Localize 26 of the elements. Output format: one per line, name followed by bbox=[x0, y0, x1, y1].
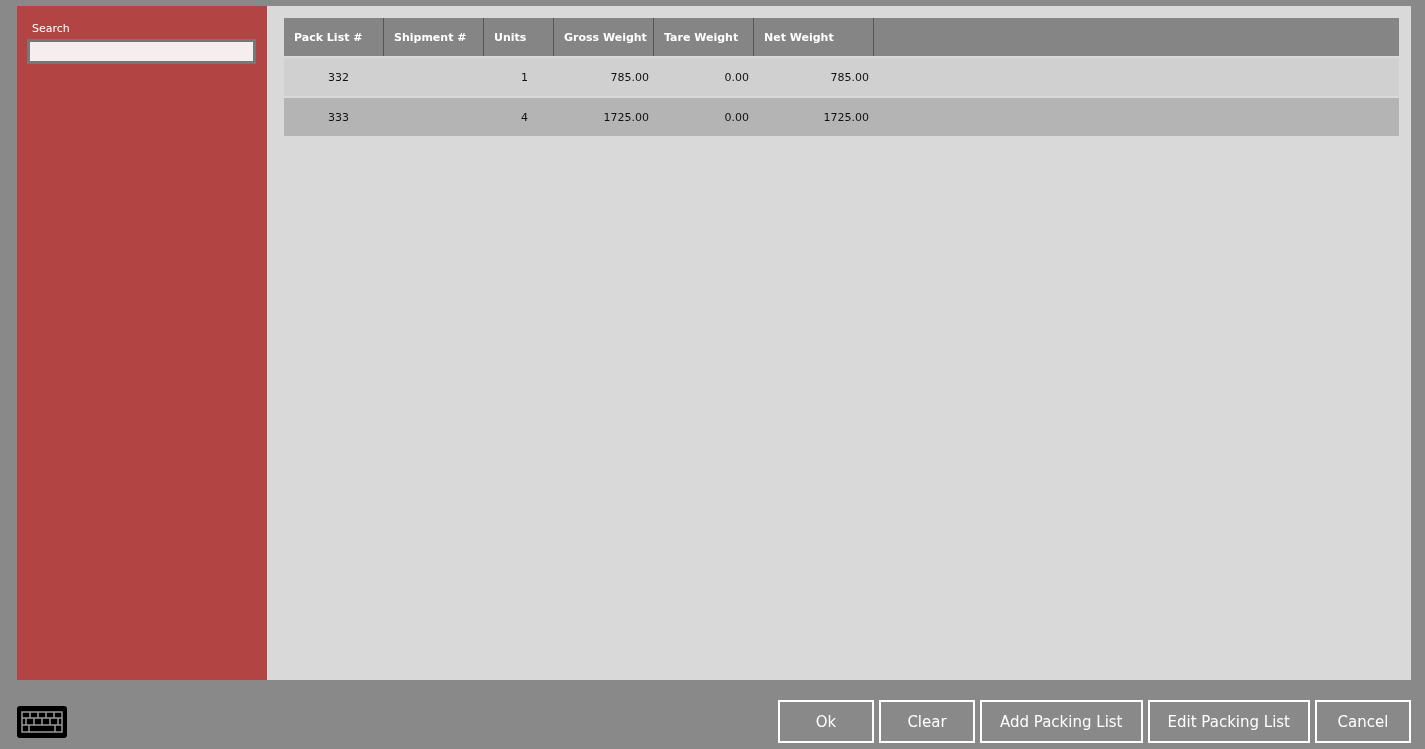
action-button[interactable]: Ok bbox=[778, 700, 874, 743]
table-row[interactable]: 333 4 1725.00 0.00 1725.00 bbox=[284, 98, 1399, 136]
action-button[interactable]: Add Packing List bbox=[980, 700, 1143, 743]
table-row[interactable]: 332 1 785.00 0.00 785.00 bbox=[284, 58, 1399, 96]
table-cell-text: 1 bbox=[520, 69, 529, 86]
column-header[interactable]: Gross Weight bbox=[554, 18, 654, 56]
action-button[interactable]: Cancel bbox=[1315, 700, 1411, 743]
action-button[interactable]: Clear bbox=[879, 700, 975, 743]
column-header[interactable]: Tare Weight bbox=[654, 18, 754, 56]
column-header[interactable]: Units bbox=[484, 18, 554, 56]
search-field[interactable] bbox=[27, 39, 256, 64]
table-cell-text: 4 bbox=[520, 109, 529, 126]
table-cell-text: 0.00 bbox=[723, 109, 750, 126]
column-header[interactable]: Shipment # bbox=[384, 18, 484, 56]
table-cell-text: 785.00 bbox=[829, 69, 870, 86]
action-button[interactable]: Edit Packing List bbox=[1147, 700, 1310, 743]
table-cell-text: 332 bbox=[327, 69, 350, 86]
column-header[interactable]: Net Weight bbox=[754, 18, 874, 56]
table-cell-text: 333 bbox=[327, 109, 350, 126]
table-cell-text: 785.00 bbox=[609, 69, 650, 86]
keyboard-icon[interactable] bbox=[17, 705, 67, 738]
table-cell-text: 1725.00 bbox=[602, 109, 650, 126]
search-label: Search bbox=[32, 22, 71, 35]
column-header[interactable]: Pack List # bbox=[284, 18, 384, 56]
table-cell-text: 1725.00 bbox=[822, 109, 870, 126]
table-cell-text: 0.00 bbox=[723, 69, 750, 86]
